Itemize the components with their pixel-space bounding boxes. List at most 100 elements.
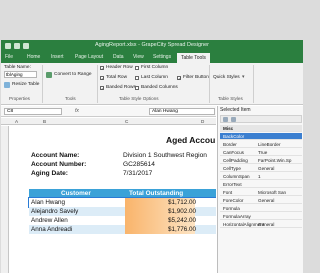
menu-data[interactable]: Data [113,54,124,60]
banded-columns-label: Banded Columns [141,85,178,90]
property-name: BackColor [223,134,245,139]
menu-insert[interactable]: Insert [51,54,64,60]
customer-cell[interactable]: Alan Hwang [31,199,65,206]
property-category[interactable]: Misc [220,125,302,132]
resize-table-icon [4,82,10,88]
quick-styles-button[interactable]: Quick Styles [213,75,240,80]
ribbon-divider [253,65,254,103]
convert-to-range-button[interactable]: Convert to Range [54,72,92,77]
table-name-input[interactable]: tblAging [4,71,37,78]
aging-date-label: Aging Date: [31,170,68,177]
property-row[interactable]: ColumnSpan 1 [220,173,302,180]
title-bar: AgingReport.xlsx - GrapeCity Spread Desi… [1,40,303,53]
formula-input[interactable]: Alan Hwang [149,108,215,115]
filter-button-label: Filter Button [183,75,209,80]
group-label-properties: Properties [9,96,30,101]
property-toolbar [220,115,302,123]
table-header-total[interactable]: Total Outstanding [129,190,183,197]
group-label-style-options: Table Style Options [119,96,159,101]
menu-page-layout[interactable]: Page Layout [75,54,103,60]
property-name: ColumnSpan [223,174,250,179]
banded-rows-checkbox[interactable]: ✓ [100,86,104,91]
filter-button-checkbox[interactable]: ✓ [177,76,181,81]
property-name: Formula [223,206,240,211]
property-row[interactable]: Font Microsoft San [220,189,302,196]
column-header[interactable]: C [125,119,128,124]
customer-cell[interactable]: Anna Andreadi [31,226,72,233]
amount-cell[interactable]: $1,776.00 [168,226,196,233]
column-header[interactable]: D [201,119,204,124]
resize-table-button[interactable]: Resize Table [12,82,39,87]
property-value[interactable]: 1 [258,174,261,179]
menu-view[interactable]: View [133,54,144,60]
property-name: Border [223,142,237,147]
account-name-label: Account Name: [31,152,80,159]
property-value[interactable]: LineBorder [258,142,280,147]
last-column-checkbox[interactable] [135,76,139,80]
amount-cell[interactable]: $1,712.00 [168,199,196,206]
spreadsheet-grid[interactable]: Aged Accou Account Name: Division 1 Sout… [1,126,216,273]
property-row[interactable]: CellType General [220,165,302,172]
window-title: AgingReport.xlsx - GrapeCity Spread Desi… [94,42,210,48]
ribbon-divider [209,65,210,103]
property-value[interactable]: General [258,166,274,171]
property-row[interactable]: CellPadding FarPoint.Win.Sp [220,157,302,164]
row-headers [1,126,9,273]
table-row[interactable]: Alan Hwang $1,712.00 [28,197,216,208]
property-panel: Selected Item Misc BackColor Border Line… [217,106,303,273]
group-label-styles: Table Styles [218,96,243,101]
property-value[interactable]: General [258,222,274,227]
banded-columns-checkbox[interactable] [135,86,139,90]
table-row[interactable]: Alejandro Savely $1,902.00 [29,207,216,216]
table-row[interactable]: Anna Andreadi $1,776.00 [29,225,216,234]
customer-cell[interactable]: Alejandro Savely [31,208,78,215]
menu-home[interactable]: Home [27,54,40,60]
account-number-label: Account Number: [31,161,87,168]
property-name: CellType [223,166,241,171]
menu-file[interactable]: File [5,54,13,60]
total-row-label: Total Row [106,75,128,80]
alphabetical-icon[interactable] [231,117,236,122]
header-row-checkbox[interactable]: ✓ [100,66,104,71]
total-row-checkbox[interactable]: ✓ [100,76,104,81]
banded-rows-label: Banded Rows [106,85,136,90]
customer-cell[interactable]: Andrew Allen [31,217,68,224]
first-column-checkbox[interactable] [135,66,139,70]
property-value[interactable]: General [258,198,274,203]
categorized-icon[interactable] [223,117,228,122]
property-value[interactable]: Microsoft San [258,190,286,195]
property-row[interactable]: BackColor [220,133,302,140]
name-box[interactable]: C8 [4,108,62,115]
menu-settings[interactable]: Settings [153,54,171,60]
account-number-value[interactable]: GC285614 [123,161,155,168]
property-row[interactable]: ErrorText [220,181,302,188]
property-name: CanFocus [223,150,244,155]
property-row[interactable]: Formula [220,205,302,212]
last-column-label: Last Column [141,75,168,80]
menu-table-tools[interactable]: Table Tools [177,53,210,63]
property-row[interactable]: CanFocus True [220,149,302,156]
first-column-label: First Column [141,65,169,70]
amount-cell[interactable]: $5,242.00 [168,217,196,224]
property-row[interactable]: HorizontalAlignment General [220,221,302,228]
table-header-row: Customer Total Outstanding [29,189,216,198]
chevron-down-icon[interactable]: ▾ [242,75,244,80]
account-name-value[interactable]: Division 1 Southwest Region [123,152,207,159]
column-header[interactable]: B [43,119,46,124]
amount-cell[interactable]: $1,902.00 [168,208,196,215]
table-header-customer[interactable]: Customer [61,190,91,197]
column-headers: A B C D [1,118,216,125]
property-row[interactable]: FormulaArray [220,213,302,220]
column-header[interactable]: A [15,119,18,124]
function-icon[interactable]: fx [75,108,79,114]
table-row[interactable]: Andrew Allen $5,242.00 [29,216,216,225]
property-value[interactable]: True [258,150,267,155]
property-name: ErrorText [223,182,242,187]
header-row-label: Header Row [106,65,133,70]
property-row[interactable]: Border LineBorder [220,141,302,148]
category-label: Misc [223,126,234,131]
property-value[interactable]: FarPoint.Win.Sp [258,158,291,163]
aging-date-value[interactable]: 7/31/2017 [123,170,152,177]
property-name: Font [223,190,233,195]
property-row[interactable]: ForeColor General [220,197,302,204]
